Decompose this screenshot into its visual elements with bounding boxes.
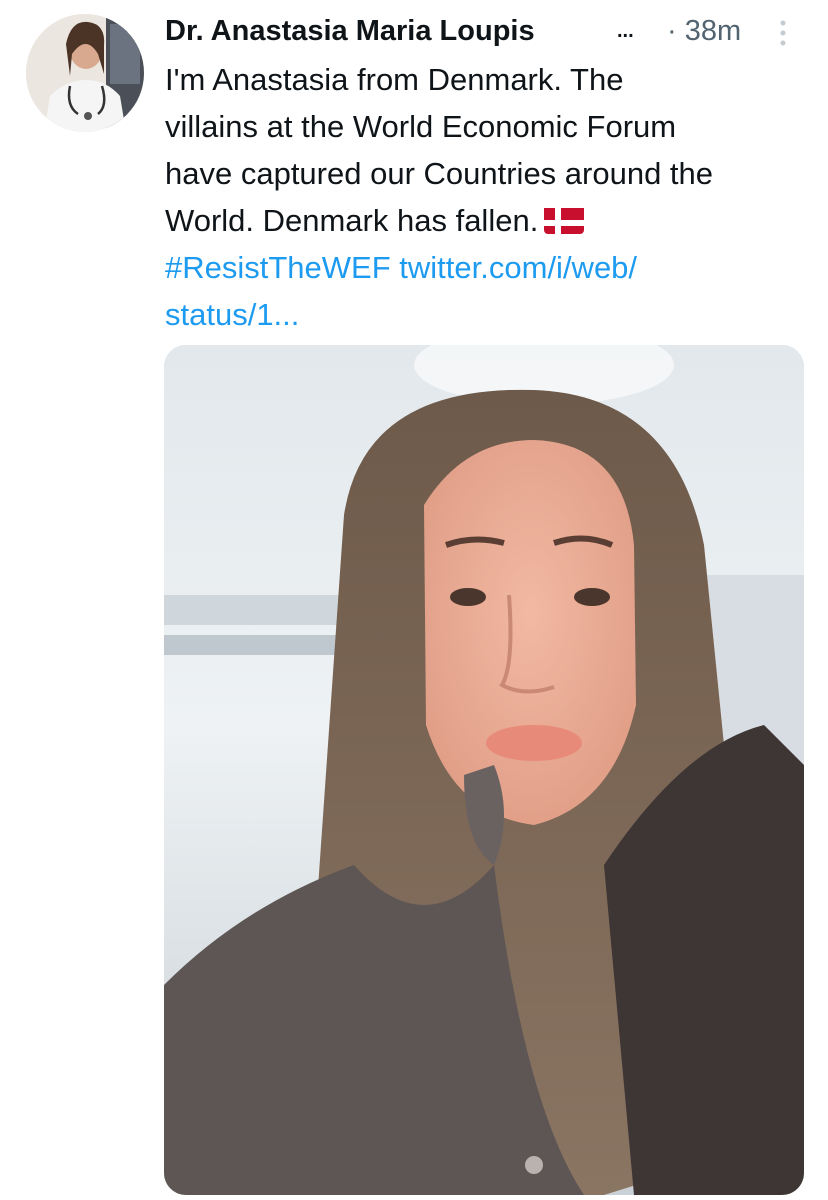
author-name[interactable]: Dr. Anastasia Maria Loupis [165,12,535,50]
tweet-header: Dr. Anastasia Maria Loupis ... · 38m [165,12,808,52]
tweet-media-photo[interactable] [164,345,804,1195]
tweet-text-line: villains at the World Economic Forum [165,109,677,144]
tweet-card[interactable]: Dr. Anastasia Maria Loupis ... · 38m I'm… [0,0,828,1200]
name-truncation: ... [617,20,634,42]
vertical-ellipsis-icon[interactable] [777,20,789,46]
tweet-text: I'm Anastasia from Denmark. The villains… [165,56,815,338]
tweet-timestamp[interactable]: · 38m [667,12,741,50]
avatar-image [26,14,144,132]
hashtag-link[interactable]: #ResistTheWEF [165,250,391,285]
tweet-links-line: #ResistTheWEF twitter.com/i/web/ [165,244,815,291]
url-link[interactable]: twitter.com/i/web/ [399,250,637,285]
tweet-text-line: I'm Anastasia from Denmark. The [165,62,624,97]
tweet-text-line: World. Denmark has fallen. [165,203,539,238]
author-avatar[interactable] [26,14,144,132]
tweet-text-line: have captured our Countries around the [165,156,714,191]
tweet-text-line-with-flag: World. Denmark has fallen. [165,197,815,244]
selfie-photo-image [164,345,804,1195]
denmark-flag-icon [544,204,585,234]
url-link-continued[interactable]: status/1... [165,291,815,338]
